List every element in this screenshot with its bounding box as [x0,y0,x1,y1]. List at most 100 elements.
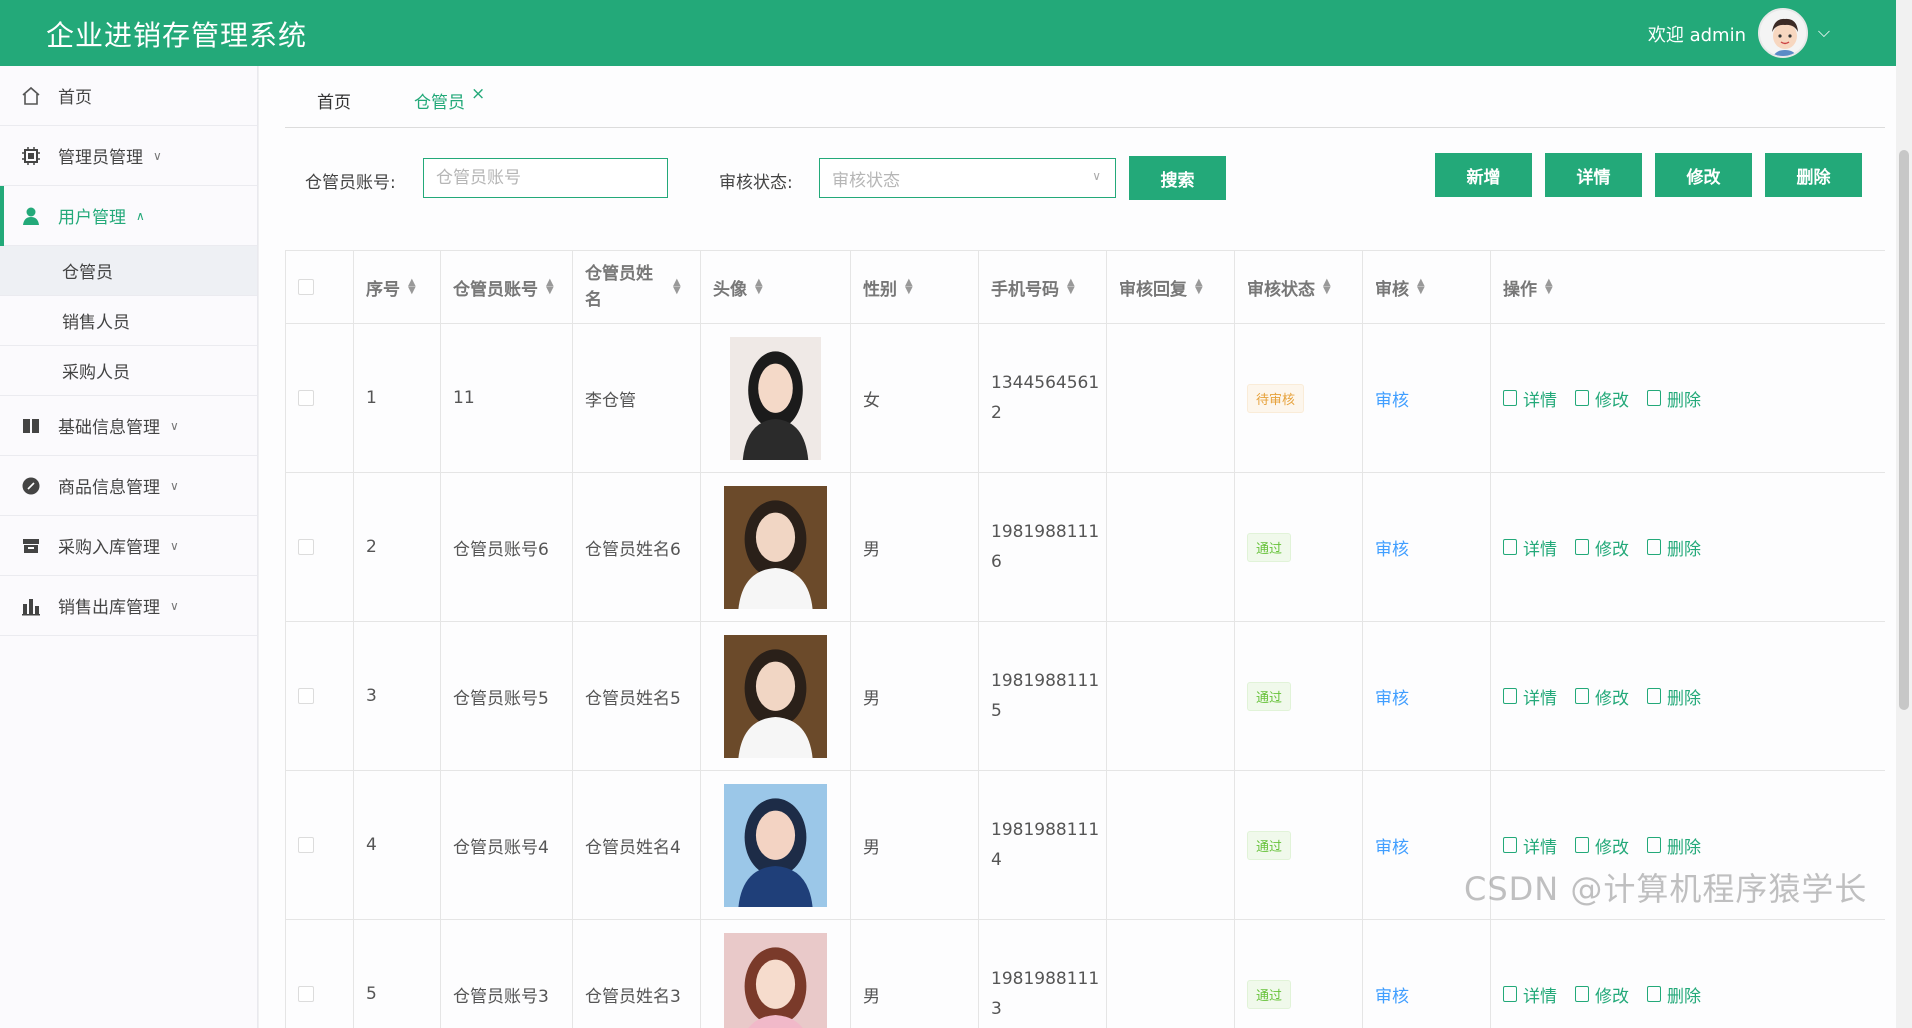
row-edit-button[interactable]: 修改 [1575,535,1629,560]
select-all-checkbox[interactable] [298,279,314,295]
chevron-down-icon: ∨ [170,598,179,613]
tab-home[interactable]: 首页 [317,88,351,113]
row-delete-button[interactable]: 删除 [1647,982,1701,1007]
header-actions[interactable]: 操作 ▲ ▼ [1491,251,1885,323]
sidebar-item-sales-out[interactable]: 销售出库管理 ∨ [0,576,257,636]
header-status[interactable]: 审核状态 ▲ ▼ [1235,251,1363,323]
add-button[interactable]: 新增 [1435,153,1532,197]
avatar-photo[interactable] [724,932,827,1028]
header-gender[interactable]: 性别 ▲ ▼ [851,251,979,323]
sidebar-item-label: 采购入库管理 [58,538,160,558]
name-cell: 李仓管 [573,324,701,472]
header-name[interactable]: 仓管员姓名 ▲ ▼ [573,251,701,323]
row-detail-button[interactable]: 详情 [1503,982,1557,1007]
edit-icon [1575,688,1589,704]
header-label: 手机号码 [991,279,1059,300]
audit-cell: 审核 [1363,920,1491,1028]
sidebar-item-label: 管理员管理 [58,148,143,168]
header-index[interactable]: 序号 ▲ ▼ [354,251,441,323]
row-checkbox[interactable] [298,986,314,1002]
chevron-down-icon: ∨ [170,478,179,493]
avatar-photo[interactable] [730,336,821,460]
phone-line-2: 6 [991,552,1002,572]
account-search-input[interactable] [423,158,668,198]
scrollbar-thumb[interactable] [1899,150,1909,710]
sidebar: 首页 管理员管理 ∨ 用户管理 ∧ 仓管员 销售人员 采购人员 基础信息管理 ∨… [0,66,258,1028]
chevron-down-icon: ∨ [1092,169,1101,183]
sidebar-item-purchase-in[interactable]: 采购入库管理 ∨ [0,516,257,576]
sidebar-subitem-warehouse-keeper[interactable]: 仓管员 [0,246,257,296]
delete-button[interactable]: 删除 [1765,153,1862,197]
header-reply[interactable]: 审核回复 ▲ ▼ [1107,251,1235,323]
audit-link[interactable]: 审核 [1375,833,1409,858]
user-avatar[interactable] [1758,8,1808,58]
sidebar-item-basic-info[interactable]: 基础信息管理 ∨ [0,396,257,456]
status-select[interactable]: 审核状态 ∨ [819,158,1116,198]
actions-cell: 详情 修改 删除 [1491,622,1885,770]
row-checkbox[interactable] [298,390,314,406]
row-edit-button[interactable]: 修改 [1575,684,1629,709]
header-label: 性别 [863,279,897,300]
page-scrollbar[interactable] [1896,0,1912,1028]
row-detail-button[interactable]: 详情 [1503,535,1557,560]
audit-link[interactable]: 审核 [1375,982,1409,1007]
sidebar-subitem-sales[interactable]: 销售人员 [0,296,257,346]
row-detail-button[interactable]: 详情 [1503,833,1557,858]
chevron-down-icon[interactable]: ⌵ [1818,22,1830,42]
row-delete-button[interactable]: 删除 [1647,386,1701,411]
row-detail-button[interactable]: 详情 [1503,684,1557,709]
audit-cell: 审核 [1363,473,1491,621]
sidebar-item-goods-info[interactable]: 商品信息管理 ∨ [0,456,257,516]
row-checkbox[interactable] [298,539,314,555]
tab-warehouse-keeper[interactable]: 仓管员 [414,88,465,113]
avatar-photo[interactable] [724,485,827,609]
header-audit[interactable]: 审核 ▲ ▼ [1363,251,1491,323]
row-delete-button[interactable]: 删除 [1647,684,1701,709]
row-edit-button[interactable]: 修改 [1575,386,1629,411]
account-cell: 11 [441,324,573,472]
row-edit-button[interactable]: 修改 [1575,982,1629,1007]
delete-file-icon [1647,539,1661,555]
name-cell: 仓管员姓名4 [573,771,701,919]
sidebar-item-home[interactable]: 首页 [0,66,257,126]
sidebar-item-users[interactable]: 用户管理 ∧ [0,186,257,246]
search-button[interactable]: 搜索 [1129,156,1226,200]
box-icon [20,535,42,557]
reply-cell [1107,622,1235,770]
sidebar-subitem-purchaser[interactable]: 采购人员 [0,346,257,396]
phone-cell: 1981988111 6 [979,473,1107,621]
header-phone[interactable]: 手机号码 ▲ ▼ [979,251,1107,323]
chevron-down-icon: ∨ [153,148,162,163]
edit-button[interactable]: 修改 [1655,153,1752,197]
close-icon[interactable]: × [471,84,485,104]
row-delete-button[interactable]: 删除 [1647,833,1701,858]
edit-icon [1575,986,1589,1002]
gender-cell: 女 [851,324,979,472]
status-cell: 通过 [1235,622,1363,770]
header-avatar[interactable]: 头像 ▲ ▼ [701,251,851,323]
header-label: 审核状态 [1247,279,1315,300]
avatar-photo[interactable] [724,634,827,758]
status-cell: 通过 [1235,920,1363,1028]
select-cell [286,473,354,621]
row-delete-button[interactable]: 删除 [1647,535,1701,560]
row-checkbox[interactable] [298,688,314,704]
op-label: 删除 [1667,986,1701,1007]
header-label: 审核 [1375,279,1409,300]
avatar-photo[interactable] [724,783,827,907]
avatar-cell [701,324,851,472]
row-checkbox[interactable] [298,837,314,853]
row-detail-button[interactable]: 详情 [1503,386,1557,411]
phone-line-2: 2 [991,403,1002,423]
gender-cell: 男 [851,920,979,1028]
header-account[interactable]: 仓管员账号 ▲ ▼ [441,251,573,323]
phone-cell: 1981988111 5 [979,622,1107,770]
status-filter-label: 审核状态: [719,173,793,193]
sidebar-item-admin[interactable]: 管理员管理 ∨ [0,126,257,186]
detail-button[interactable]: 详情 [1545,153,1642,197]
audit-link[interactable]: 审核 [1375,684,1409,709]
row-edit-button[interactable]: 修改 [1575,833,1629,858]
audit-link[interactable]: 审核 [1375,535,1409,560]
audit-link[interactable]: 审核 [1375,386,1409,411]
op-label: 删除 [1667,390,1701,411]
